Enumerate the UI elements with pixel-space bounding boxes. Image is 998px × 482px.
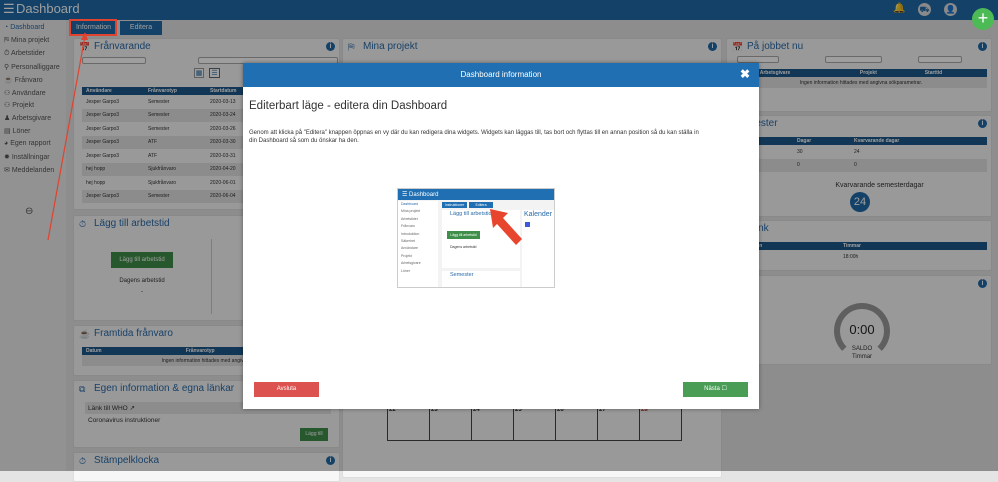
- annotation-arrow: [47, 32, 88, 241]
- preview-nav-item: Arbetsgivare: [401, 261, 421, 266]
- preview-nav-item: Dashboard: [401, 202, 419, 206]
- preview-widget-title: Lägg till arbetstid: [450, 211, 492, 217]
- modal-body-text: Genom att klicka på "Editera" knappen öp…: [249, 130, 699, 144]
- preview-tab: Instruktioner: [442, 202, 467, 208]
- preview-screenshot: ☰ Dashboard Dashboard Mina projekt Arbetst…: [397, 188, 555, 288]
- preview-nav-item: Löner: [401, 268, 410, 273]
- preview-widget-title: Kalender: [524, 211, 553, 218]
- preview-nav-item: Projekt: [401, 253, 412, 258]
- modal-title: Dashboard information: [460, 70, 542, 79]
- preview-nav-item: Introduktion: [401, 231, 420, 236]
- preview-nav-item: Mina projekt: [401, 209, 421, 214]
- preview-label: Dagens arbetstid: [450, 245, 477, 249]
- preview-arrow: [490, 209, 522, 245]
- preview-widget-title: Semester: [450, 272, 474, 278]
- modal-header: Dashboard information ✖: [243, 63, 759, 87]
- close-icon[interactable]: ✖: [740, 67, 750, 81]
- add-widget-button[interactable]: +: [972, 8, 994, 30]
- preview-nav-item: Arbetstider: [401, 216, 418, 221]
- preview-button: Lägg till arbetstid: [447, 231, 480, 239]
- preview-nav-item: Frånvaro: [401, 224, 416, 229]
- next-button[interactable]: Nästa ☐: [683, 382, 748, 397]
- modal-heading: Editerbart läge - editera din Dashboard: [249, 100, 448, 112]
- info-modal: Dashboard information ✖ Editerbart läge …: [243, 63, 759, 409]
- preview-nav-item: Användare: [401, 246, 418, 251]
- preview-title: Dashboard: [409, 192, 439, 198]
- cancel-button[interactable]: Avsluta: [254, 382, 319, 397]
- preview-nav-item: Säkerhet: [401, 239, 416, 244]
